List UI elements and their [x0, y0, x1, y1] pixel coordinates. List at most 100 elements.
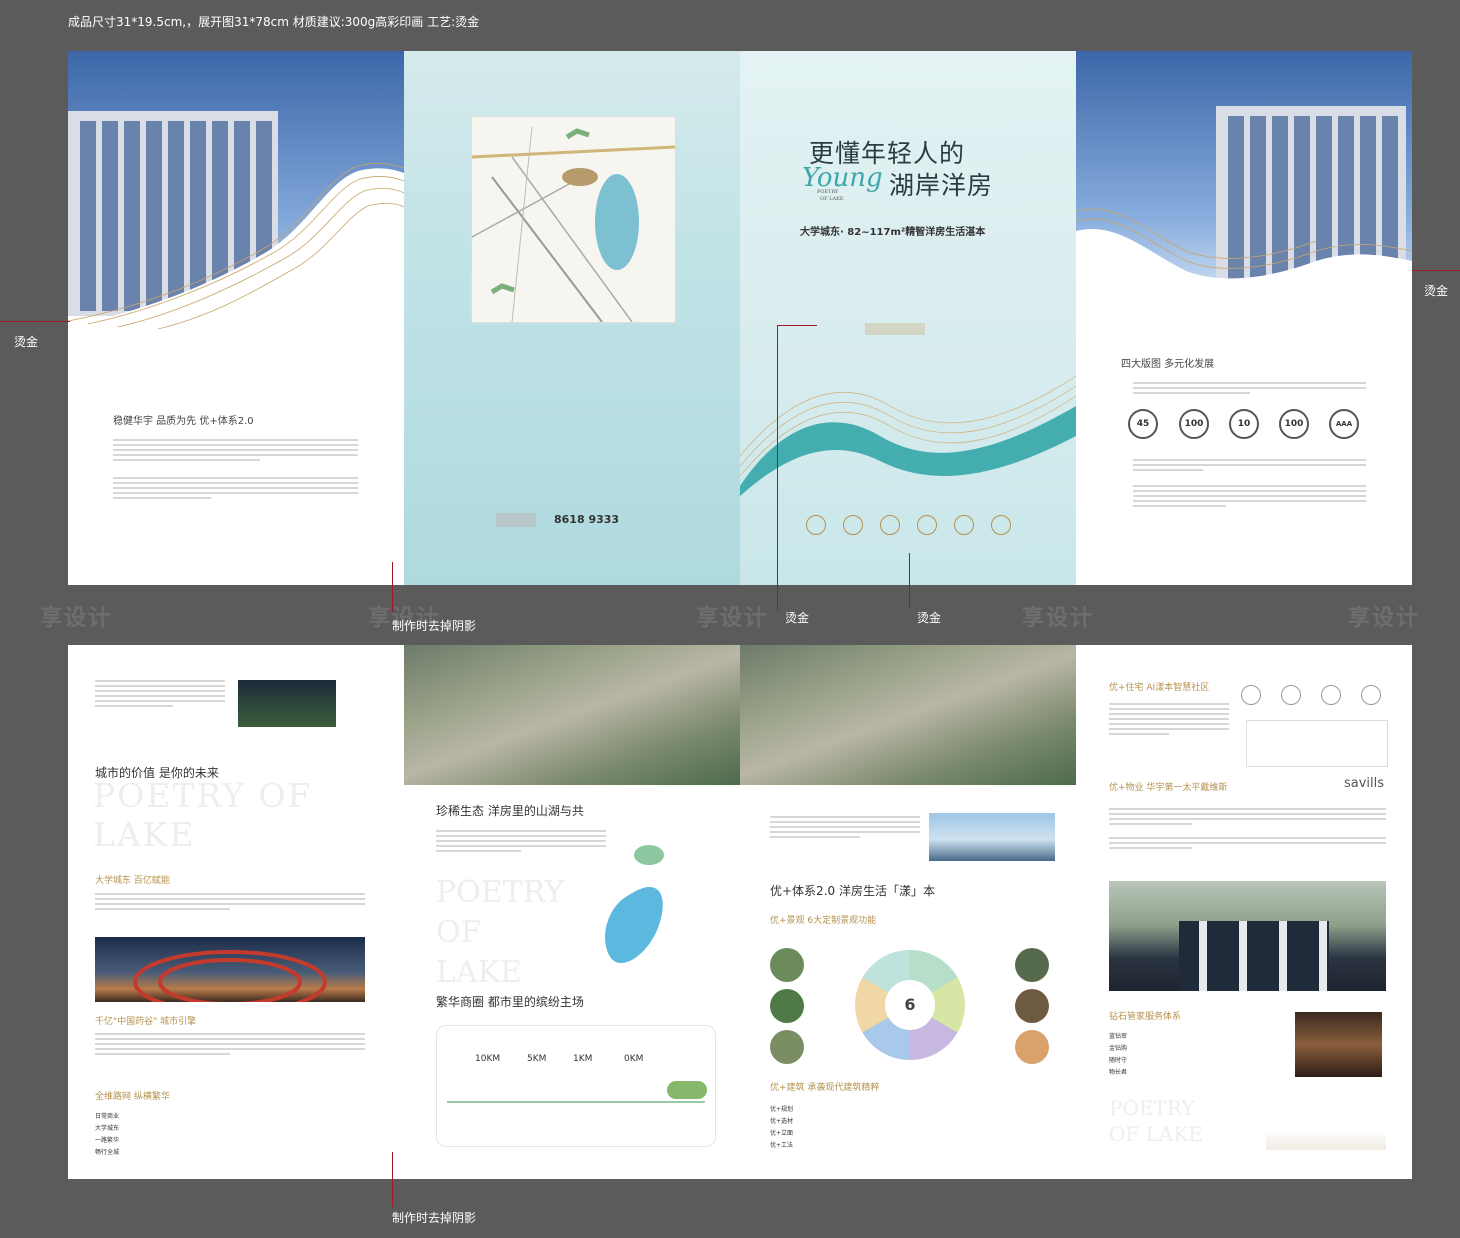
spec-text: 成品尺寸31*19.5cm,，展开图31*78cm 材质建议:300g高彩印画 … — [68, 15, 480, 29]
p6-heading2: 繁华商圈 都市里的缤纷主场 — [436, 995, 584, 1009]
award-badge-100b: 100 — [1279, 409, 1309, 439]
build-items: 优+规划 优+选材 优+立面 优+工法 — [770, 1104, 910, 1152]
p6-body — [436, 827, 606, 855]
aerial-photo-right — [740, 645, 1076, 785]
red-sculpture-photo — [95, 937, 365, 1014]
build-item: 优+立面 — [770, 1130, 794, 1137]
cover-script: Young — [802, 163, 883, 193]
p8-heading3: 钻石管家服务体系 — [1109, 1012, 1182, 1022]
p6-heading1: 珍稀生态 洋房里的山湖与共 — [436, 804, 584, 818]
award-badge-100: 100 — [1179, 409, 1209, 439]
page4-heading: 四大版图 多元化发展 — [1121, 359, 1215, 370]
note-hot-stamp-mid2: 烫金 — [917, 611, 942, 625]
road-item: 一路繁华 — [95, 1137, 120, 1144]
award-badge-10: 10 — [1229, 409, 1259, 439]
road-item: 大学城东 — [95, 1125, 120, 1132]
p5-en-watermark: POETRY OF LAKE — [93, 776, 313, 854]
aerial-photo-left — [404, 645, 740, 785]
p8-heading2: 优+物业 华宇第一太平戴维斯 — [1109, 783, 1228, 793]
feature-icon — [917, 515, 937, 535]
distance-label: 5KM — [527, 1054, 547, 1064]
watermark: 享设计 — [40, 606, 113, 631]
skyline-sketch — [1266, 1100, 1386, 1150]
panel-7: 优+体系2.0 洋房生活「漾」本 优+景观 6大定制景观功能 6 优+建筑 承袭… — [740, 645, 1076, 1179]
gold-wave-lines — [1076, 208, 1412, 301]
wine-photo — [1295, 1012, 1382, 1077]
watermark: 享设计 — [696, 606, 769, 631]
city-skyline-photo — [929, 813, 1055, 861]
panel-2: 8618 9333 — [404, 51, 740, 585]
road-list: 日常商业 大学城东 一路繁华 畅行全城 — [95, 1111, 295, 1159]
p7-sub1: 优+景观 6大定制景观功能 — [770, 916, 877, 926]
smart-icon — [1241, 685, 1261, 705]
award-badge-aaa: AAA — [1329, 409, 1359, 439]
gold-wave-lines — [68, 162, 404, 331]
smart-icons — [1241, 685, 1386, 705]
note-remove-shadow-bottom: 制作时去掉阴影 — [392, 1211, 477, 1225]
panel-3-cover: 更懂年轻人的 湖岸洋房 Young POETRY OF LAKE 大学城东· 8… — [740, 51, 1076, 585]
cover-tagline: 大学城东· 82~117m²精智洋房生活湛本 — [800, 223, 985, 238]
watermark: 享设计 — [1022, 606, 1095, 631]
p7-heading1: 优+体系2.0 洋房生活「漾」本 — [770, 884, 935, 898]
build-item: 优+选材 — [770, 1118, 794, 1125]
p5-sec3: 全维路网 纵横繁华 — [95, 1092, 170, 1102]
p5-sec1: 大学城东 百亿赋能 — [95, 876, 170, 886]
landscape-photo — [1015, 989, 1049, 1023]
location-map — [471, 116, 676, 323]
phone-label: 8618 9333 — [554, 513, 620, 526]
tree-icon — [667, 1081, 707, 1099]
cover-tagline-a: 大学城东· — [800, 227, 844, 238]
feature-icon — [954, 515, 974, 535]
p8-body1 — [1109, 700, 1229, 738]
award-badge-45: 45 — [1128, 409, 1158, 439]
build-item: 优+工法 — [770, 1142, 794, 1149]
landscape-photo — [1015, 1030, 1049, 1064]
feature-icons — [806, 515, 1016, 545]
cover-title-line2: 湖岸洋房 — [889, 171, 994, 200]
p5-sec1-body — [95, 890, 365, 913]
p5-sec2-body — [95, 1030, 365, 1058]
distance-bar — [447, 1101, 705, 1103]
landscape-photo — [770, 948, 804, 982]
savills-logo: savills — [1344, 776, 1385, 791]
lake-diagram — [605, 845, 664, 964]
feature-icon — [843, 515, 863, 535]
teal-wave — [740, 375, 1076, 496]
logo-blur — [496, 513, 536, 527]
build-item: 优+规划 — [770, 1106, 794, 1113]
page4-body1 — [1133, 379, 1366, 397]
p8-body2 — [1109, 805, 1386, 852]
p8-en-footer: POETRY OF LAKE — [1109, 1096, 1203, 1146]
landscape-photo — [770, 1030, 804, 1064]
distance-label: 1KM — [573, 1054, 593, 1064]
note-hot-stamp-left: 烫金 — [14, 335, 39, 349]
staff-photo — [1109, 881, 1386, 991]
watermark: 享设计 — [1348, 606, 1421, 631]
badge-row: 45 100 10 100 AAA — [1124, 409, 1364, 449]
cover-en1: POETRY — [817, 189, 839, 195]
feature-icon — [806, 515, 826, 535]
p6-en-big: POETRY OF LAKE — [436, 875, 565, 990]
panel-5: 城市的价值 是你的未来 POETRY OF LAKE 大学城东 百亿赋能 千亿"… — [68, 645, 404, 1179]
note-hot-stamp-right: 烫金 — [1424, 284, 1449, 298]
page4-body2 — [1133, 456, 1366, 510]
watermark: 享设计 — [368, 606, 441, 631]
logo-blur — [865, 323, 925, 335]
service-item: 蓝钻审 — [1109, 1033, 1128, 1040]
feature-icon — [880, 515, 900, 535]
panel-8: 优+住宅 AI漾本智慧社区 优+物业 华宇第一太平戴维斯 savills 钻石管… — [1076, 645, 1412, 1179]
p8-heading1: 优+住宅 AI漾本智慧社区 — [1109, 683, 1210, 693]
page1-heading: 稳健华宇 品质为先 优+体系2.0 — [113, 416, 254, 427]
distance-label: 0KM — [624, 1054, 644, 1064]
panel-1: 稳健华宇 品质为先 优+体系2.0 — [68, 51, 404, 585]
distance-diagram: 10KM 5KM 1KM 0KM — [436, 1025, 716, 1147]
wheel-center-number: 6 — [885, 980, 935, 1030]
smart-icon — [1321, 685, 1341, 705]
service-item: 物长君 — [1109, 1069, 1128, 1076]
p5-intro-text — [95, 677, 225, 710]
smart-icon — [1281, 685, 1301, 705]
feature-icon — [991, 515, 1011, 535]
p7-sub2: 优+建筑 承袭现代建筑精粹 — [770, 1083, 880, 1093]
landscape-photo — [1015, 948, 1049, 982]
service-item: 随时守 — [1109, 1057, 1128, 1064]
